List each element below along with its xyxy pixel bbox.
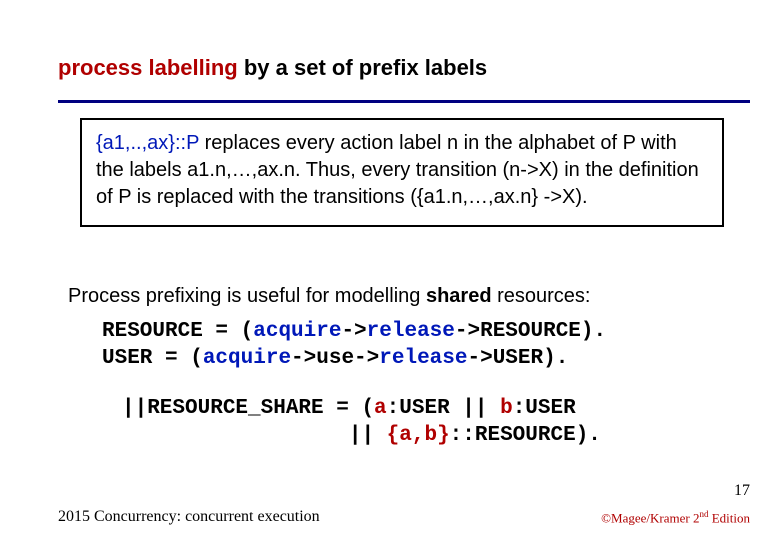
c1l2d: release (379, 347, 467, 370)
code-block-composition: ||RESOURCE_SHARE = (a:USER || b:USER || … (122, 395, 601, 450)
c1l2a: USER = ( (102, 347, 203, 370)
c2l1d: b (500, 397, 513, 420)
title-rest: by a set of prefix labels (238, 55, 487, 80)
c2l1e: :USER (513, 397, 576, 420)
definition-formula: {a1,..,ax}::P (96, 132, 199, 154)
c2l1b: a (374, 397, 387, 420)
c1l2b: acquire (203, 347, 291, 370)
title-highlight: process labelling (58, 55, 238, 80)
c2l2a: || (122, 424, 387, 447)
slide-title: process labelling by a set of prefix lab… (58, 55, 487, 81)
useful-sentence: Process prefixing is useful for modellin… (68, 285, 590, 308)
c2l1a: ||RESOURCE_SHARE = ( (122, 397, 374, 420)
useful-t2: resources: (492, 285, 591, 307)
page-number: 17 (734, 482, 750, 500)
c2l1c: :USER || (387, 397, 500, 420)
useful-t1: Process prefixing is useful for modellin… (68, 285, 426, 307)
footer-right: ©Magee/Kramer 2nd Edition (601, 509, 750, 526)
horizontal-rule (58, 100, 750, 103)
definition-box: {a1,..,ax}::P replaces every action labe… (80, 118, 724, 227)
c1l1b: acquire (253, 320, 341, 343)
useful-shared: shared (426, 285, 492, 307)
c1l2c: ->use-> (291, 347, 379, 370)
c2l2b: {a,b} (387, 424, 450, 447)
copyright-text: ©Magee/Kramer (601, 510, 693, 525)
c1l1d: release (367, 320, 455, 343)
c1l1c: -> (341, 320, 366, 343)
c1l1e: ->RESOURCE). (455, 320, 606, 343)
code-block-processes: RESOURCE = (acquire->release->RESOURCE).… (102, 318, 606, 373)
footer-left: 2015 Concurrency: concurrent execution (58, 508, 320, 526)
c1l1a: RESOURCE = ( (102, 320, 253, 343)
c2l2c: ::RESOURCE). (450, 424, 601, 447)
edition-word: Edition (708, 510, 750, 525)
c1l2e: ->USER). (467, 347, 568, 370)
